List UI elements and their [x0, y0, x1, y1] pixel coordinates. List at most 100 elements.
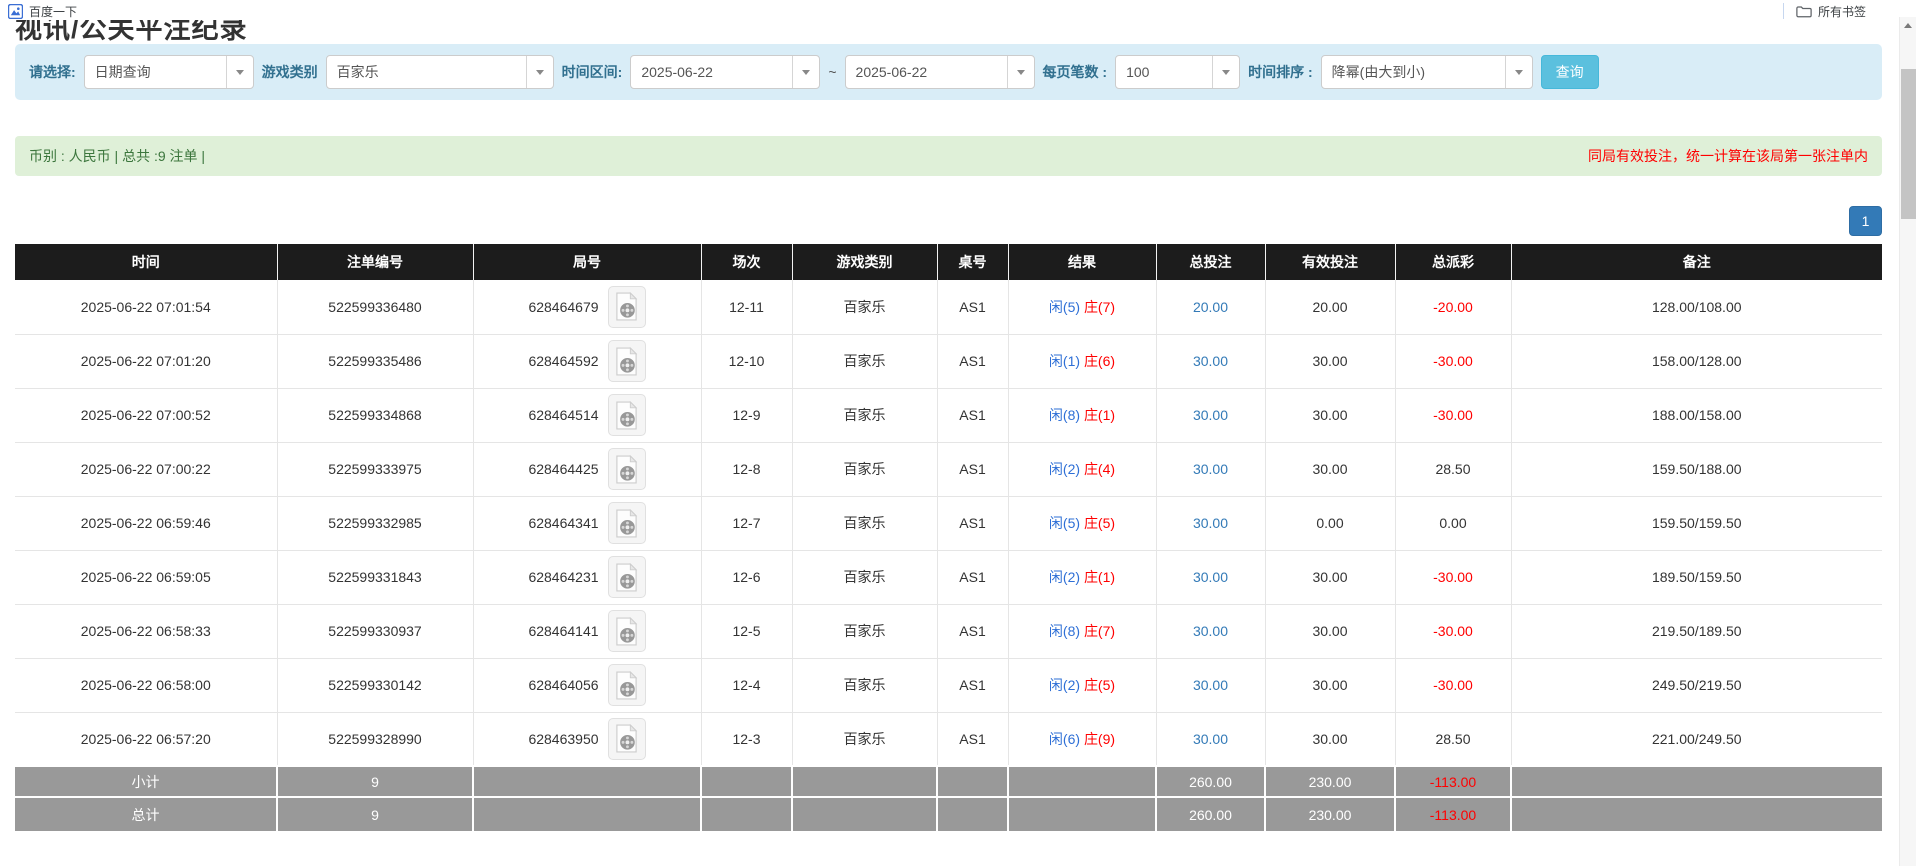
result-banker: 庄(4) — [1084, 461, 1115, 477]
cell-time: 2025-06-22 07:00:52 — [15, 388, 277, 442]
cell-total-bet[interactable]: 30.00 — [1156, 712, 1265, 766]
cell-valid-bet: 30.00 — [1265, 550, 1395, 604]
cell-session: 12-8 — [701, 442, 792, 496]
cell-total-bet[interactable]: 20.00 — [1156, 280, 1265, 334]
table-row: 2025-06-22 07:01:54 522599336480 6284646… — [15, 280, 1882, 334]
cell-table-no: AS1 — [937, 442, 1008, 496]
video-replay-button[interactable] — [608, 448, 646, 490]
subtotal-total-bet: 260.00 — [1156, 766, 1265, 797]
cell-remark: 219.50/189.50 — [1511, 604, 1882, 658]
cell-round-no: 628464231 — [528, 569, 598, 585]
cell-remark: 249.50/219.50 — [1511, 658, 1882, 712]
result-banker: 庄(1) — [1084, 569, 1115, 585]
query-button[interactable]: 查询 — [1541, 55, 1599, 89]
subtotal-count: 9 — [277, 766, 473, 797]
cell-round-no: 628464592 — [528, 353, 598, 369]
video-replay-button[interactable] — [608, 610, 646, 652]
cell-result: 闲(2) 庄(1) — [1008, 550, 1156, 604]
video-replay-button[interactable] — [608, 502, 646, 544]
result-player: 闲(5) — [1049, 515, 1080, 531]
query-type-select[interactable]: 日期查询 — [84, 55, 254, 89]
browser-bookmarks-bar: 百度一下 所有书签 — [0, 0, 1916, 20]
cell-result: 闲(5) 庄(5) — [1008, 496, 1156, 550]
header-time: 时间 — [15, 244, 277, 280]
cell-total-bet[interactable]: 30.00 — [1156, 496, 1265, 550]
cell-bet-id: 522599328990 — [277, 712, 473, 766]
cell-valid-bet: 30.00 — [1265, 334, 1395, 388]
table-header-row: 时间 注单编号 局号 场次 游戏类别 桌号 结果 总投注 有效投注 总派彩 备注 — [15, 244, 1882, 280]
date-to-value: 2025-06-22 — [846, 64, 1007, 80]
time-sort-label: 时间排序 : — [1248, 62, 1313, 82]
table-row: 2025-06-22 06:57:20 522599328990 6284639… — [15, 712, 1882, 766]
video-replay-button[interactable] — [608, 718, 646, 760]
pagination: 1 — [15, 206, 1882, 236]
bet-records-table: 时间 注单编号 局号 场次 游戏类别 桌号 结果 总投注 有效投注 总派彩 备注… — [15, 244, 1882, 833]
header-valid-bet: 有效投注 — [1265, 244, 1395, 280]
page-size-select[interactable]: 100 — [1115, 55, 1240, 89]
game-category-select[interactable]: 百家乐 — [326, 55, 554, 89]
video-replay-button[interactable] — [608, 394, 646, 436]
bookmark-baidu[interactable]: 百度一下 — [8, 3, 77, 20]
cell-total-bet[interactable]: 30.00 — [1156, 604, 1265, 658]
result-banker: 庄(5) — [1084, 515, 1115, 531]
cell-total-bet[interactable]: 30.00 — [1156, 658, 1265, 712]
video-replay-button[interactable] — [608, 664, 646, 706]
filter-bar: 请选择: 日期查询 游戏类别 百家乐 时间区间: 2025-06-22 ~ 20… — [15, 44, 1882, 100]
video-file-icon — [614, 617, 639, 646]
cell-payout: 28.50 — [1395, 442, 1511, 496]
cell-time: 2025-06-22 07:00:22 — [15, 442, 277, 496]
all-bookmarks-button[interactable]: 所有书签 — [1796, 3, 1866, 20]
cell-result: 闲(8) 庄(1) — [1008, 388, 1156, 442]
cell-table-no: AS1 — [937, 496, 1008, 550]
video-replay-button[interactable] — [608, 556, 646, 598]
cell-result: 闲(2) 庄(4) — [1008, 442, 1156, 496]
cell-session: 12-10 — [701, 334, 792, 388]
video-file-icon — [614, 401, 639, 430]
game-category-value: 百家乐 — [327, 62, 526, 82]
date-from-select[interactable]: 2025-06-22 — [630, 55, 820, 89]
video-replay-button[interactable] — [608, 286, 646, 328]
cell-total-bet[interactable]: 30.00 — [1156, 442, 1265, 496]
result-player: 闲(1) — [1049, 353, 1080, 369]
cell-remark: 189.50/159.50 — [1511, 550, 1882, 604]
result-player: 闲(2) — [1049, 677, 1080, 693]
cell-table-no: AS1 — [937, 604, 1008, 658]
cell-time: 2025-06-22 06:59:46 — [15, 496, 277, 550]
cell-game: 百家乐 — [792, 388, 937, 442]
time-sort-value: 降幂(由大到小) — [1322, 62, 1505, 82]
grand-total-count: 9 — [277, 797, 473, 832]
header-remark: 备注 — [1511, 244, 1882, 280]
date-range-tilde: ~ — [828, 64, 836, 80]
time-sort-select[interactable]: 降幂(由大到小) — [1321, 55, 1533, 89]
subtotal-payout: -113.00 — [1395, 766, 1511, 797]
scroll-up-arrow-icon[interactable] — [1900, 17, 1916, 33]
cell-valid-bet: 30.00 — [1265, 658, 1395, 712]
valid-bet-notice: 同局有效投注，统一计算在该局第一张注单内 — [1588, 146, 1868, 166]
currency-total-text: 币别 : 人民币 | 总共 :9 注单 | — [29, 146, 205, 166]
cell-game: 百家乐 — [792, 442, 937, 496]
result-player: 闲(6) — [1049, 731, 1080, 747]
vertical-scrollbar[interactable] — [1899, 17, 1916, 866]
result-banker: 庄(1) — [1084, 407, 1115, 423]
chevron-down-icon — [792, 56, 819, 88]
cell-game: 百家乐 — [792, 658, 937, 712]
cell-total-bet[interactable]: 30.00 — [1156, 550, 1265, 604]
cell-table-no: AS1 — [937, 712, 1008, 766]
date-to-select[interactable]: 2025-06-22 — [845, 55, 1035, 89]
table-row: 2025-06-22 06:58:33 522599330937 6284641… — [15, 604, 1882, 658]
cell-payout: -30.00 — [1395, 550, 1511, 604]
cell-round-no: 628464679 — [528, 299, 598, 315]
cell-session: 12-4 — [701, 658, 792, 712]
subtotal-valid-bet: 230.00 — [1265, 766, 1395, 797]
header-bet-id: 注单编号 — [277, 244, 473, 280]
cell-total-bet[interactable]: 30.00 — [1156, 334, 1265, 388]
cell-time: 2025-06-22 06:57:20 — [15, 712, 277, 766]
cell-remark: 158.00/128.00 — [1511, 334, 1882, 388]
cell-total-bet[interactable]: 30.00 — [1156, 388, 1265, 442]
bookmark-baidu-label: 百度一下 — [29, 3, 77, 20]
page-1-button[interactable]: 1 — [1849, 206, 1882, 236]
video-replay-button[interactable] — [608, 340, 646, 382]
cell-session: 12-7 — [701, 496, 792, 550]
scrollbar-thumb[interactable] — [1901, 69, 1916, 219]
cell-bet-id: 522599333975 — [277, 442, 473, 496]
